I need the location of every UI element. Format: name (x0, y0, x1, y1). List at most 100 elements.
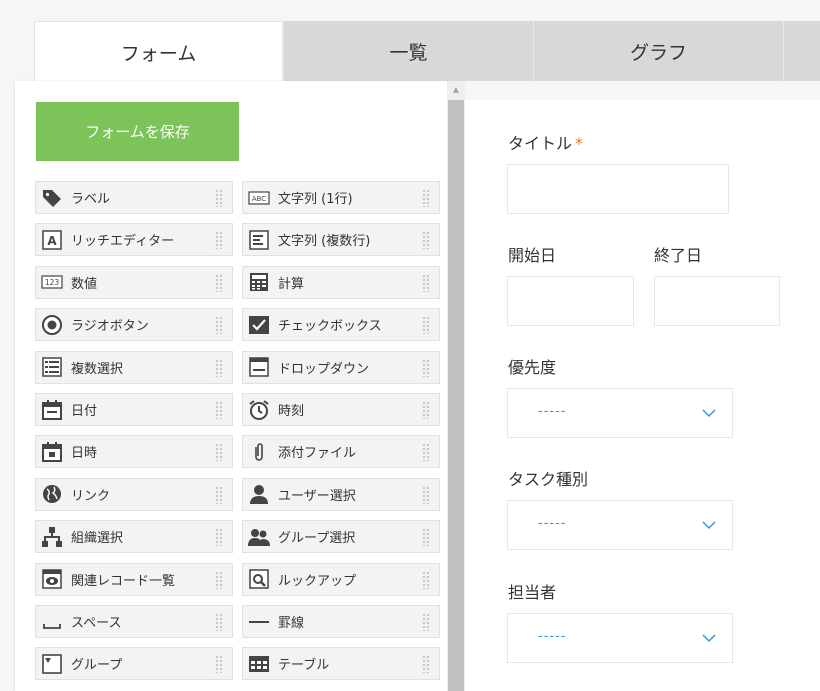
field-type-label: グループ選択 (278, 531, 356, 547)
field-type-item[interactable]: 組織選択 (35, 520, 233, 554)
field-type-item[interactable]: ユーザー選択 (242, 477, 440, 511)
scrollbar-thumb[interactable] (448, 100, 464, 691)
field-type-label: チェックボックス (278, 319, 382, 335)
tag-icon (41, 187, 63, 209)
field-type-label: 日付 (71, 404, 98, 419)
field-type-label: 複数選択 (71, 361, 124, 377)
drag-handle-icon[interactable] (422, 655, 430, 674)
dropdown-icon (248, 356, 270, 378)
related-records-icon (41, 568, 63, 590)
field-type-item[interactable]: グループ (35, 647, 233, 681)
field-type-label: ラジオボタン (71, 319, 149, 335)
field-palette: フォームを保存 ラベル ABC 文字列 (1行) A リッチエディター 文字列 (複数行)… (15, 81, 447, 691)
drag-handle-icon[interactable] (422, 231, 430, 250)
drag-handle-icon[interactable] (422, 613, 430, 631)
field-type-item[interactable]: 日時 (35, 435, 233, 469)
priority-label: 優先度 (508, 358, 557, 377)
drag-handle-icon[interactable] (422, 358, 430, 377)
drag-handle-icon[interactable] (215, 358, 223, 377)
line-icon (248, 611, 270, 633)
field-type-label: リッチエディター (71, 234, 175, 250)
end-date-input[interactable] (654, 276, 780, 326)
drag-handle-icon[interactable] (215, 401, 223, 419)
multiline-text-icon (248, 229, 270, 251)
field-type-item[interactable]: 時刻 (242, 393, 440, 426)
drag-handle-icon[interactable] (422, 443, 430, 462)
end-date-label: 終了日 (654, 246, 703, 265)
field-type-item[interactable]: 複数選択 (35, 350, 233, 384)
drag-handle-icon[interactable] (422, 273, 430, 292)
task-type-value: ----- (538, 516, 567, 531)
drag-handle-icon[interactable] (215, 273, 223, 292)
priority-select[interactable]: ----- (507, 388, 733, 438)
svg-text:123: 123 (45, 278, 60, 287)
field-type-label: リンク (71, 488, 111, 504)
field-type-item[interactable]: ラジオボタン (35, 308, 233, 342)
clock-icon (248, 399, 270, 421)
tab-graph[interactable]: グラフ (533, 21, 783, 81)
field-type-item[interactable]: 文字列 (複数行) (242, 223, 440, 257)
title-input[interactable] (507, 164, 729, 214)
field-type-item[interactable]: 123 数値 (35, 265, 233, 299)
drag-handle-icon[interactable] (215, 570, 223, 589)
assignee-label: 担当者 (508, 583, 557, 602)
drag-handle-icon[interactable] (215, 443, 223, 462)
field-type-item[interactable]: グループ選択 (242, 520, 440, 554)
drag-handle-icon[interactable] (422, 316, 430, 335)
assignee-select[interactable]: ----- (507, 613, 733, 663)
globe-icon (41, 483, 63, 505)
drag-handle-icon[interactable] (215, 613, 223, 631)
field-type-label: 計算 (278, 276, 305, 292)
save-form-button[interactable]: フォームを保存 (36, 102, 239, 161)
field-type-label: 数値 (71, 276, 98, 292)
field-type-item[interactable]: 関連レコード一覧 (35, 562, 233, 596)
field-type-item[interactable]: 罫線 (242, 605, 440, 638)
task-type-select[interactable]: ----- (507, 500, 733, 550)
drag-handle-icon[interactable] (422, 485, 430, 504)
field-type-item[interactable]: ABC 文字列 (1行) (242, 181, 440, 214)
tab-list[interactable]: 一覧 (283, 21, 533, 81)
field-type-item[interactable]: リンク (35, 477, 233, 511)
space-icon (41, 611, 63, 633)
drag-handle-icon[interactable] (422, 401, 430, 419)
field-type-item[interactable]: 添付ファイル (242, 435, 440, 469)
field-type-item[interactable]: チェックボックス (242, 308, 440, 342)
field-type-item[interactable]: A リッチエディター (35, 223, 233, 257)
field-type-label: ラベル (71, 192, 111, 207)
checkbox-icon (248, 314, 270, 336)
drag-handle-icon[interactable] (215, 231, 223, 250)
scroll-up-arrow-icon[interactable]: ▲ (447, 84, 465, 96)
start-date-input[interactable] (507, 276, 634, 326)
field-type-label: 組織選択 (71, 531, 124, 547)
field-type-item[interactable]: 計算 (242, 265, 440, 299)
field-type-label: 罫線 (278, 616, 305, 631)
group-field-icon (41, 653, 63, 675)
chevron-down-icon (702, 521, 716, 530)
drag-handle-icon[interactable] (215, 528, 223, 547)
chevron-down-icon (702, 409, 716, 418)
field-type-label: グループ (71, 658, 123, 674)
field-type-item[interactable]: 日付 (35, 393, 233, 426)
tab-form[interactable]: フォーム (34, 21, 283, 83)
abc-icon: ABC (248, 187, 270, 209)
field-type-label: 日時 (71, 446, 98, 462)
field-type-item[interactable]: ラベル (35, 181, 233, 214)
field-type-item[interactable]: ルックアップ (242, 562, 440, 596)
field-type-label: ルックアップ (278, 573, 357, 589)
drag-handle-icon[interactable] (422, 528, 430, 547)
drag-handle-icon[interactable] (215, 485, 223, 504)
field-type-item[interactable]: テーブル (242, 647, 440, 681)
table-icon (248, 653, 270, 675)
field-type-label: 文字列 (1行) (278, 192, 353, 207)
drag-handle-icon[interactable] (215, 189, 223, 207)
field-type-item[interactable]: ドロップダウン (242, 350, 440, 384)
tab-bar: フォーム 一覧 グラフ (34, 21, 820, 83)
drag-handle-icon[interactable] (215, 316, 223, 335)
drag-handle-icon[interactable] (422, 570, 430, 589)
paperclip-icon (248, 441, 270, 463)
chevron-down-icon (702, 634, 716, 643)
field-type-item[interactable]: スペース (35, 605, 233, 638)
drag-handle-icon[interactable] (422, 189, 430, 207)
tab-more[interactable] (783, 21, 820, 81)
drag-handle-icon[interactable] (215, 655, 223, 674)
